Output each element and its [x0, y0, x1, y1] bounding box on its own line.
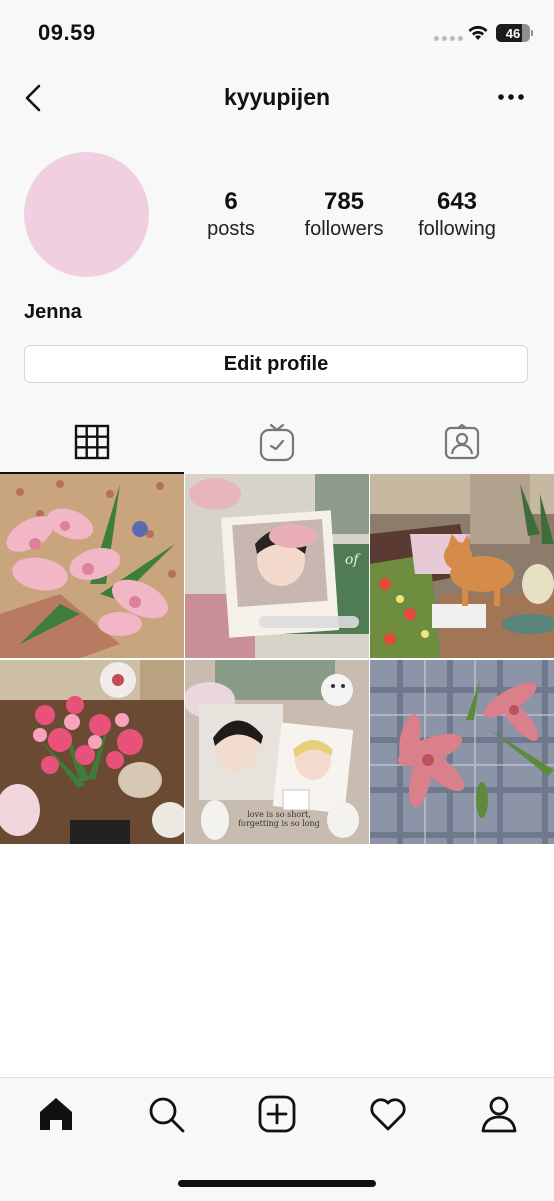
- add-post-icon[interactable]: [257, 1094, 297, 1134]
- following-count-label: following: [418, 218, 496, 240]
- heart-icon[interactable]: [368, 1094, 408, 1134]
- post-thumbnail-1[interactable]: [0, 474, 184, 658]
- following-count[interactable]: 643 following: [408, 188, 506, 242]
- post-thumbnail-4[interactable]: [0, 660, 184, 844]
- battery-level: 46: [505, 25, 521, 41]
- post-image: [0, 660, 184, 844]
- following-count-value: 643: [436, 188, 478, 215]
- followers-count[interactable]: 785 followers: [292, 188, 396, 242]
- wifi-icon: [468, 25, 488, 40]
- profile-icon[interactable]: [479, 1094, 519, 1134]
- profile-nav-header: kyyupijen: [0, 72, 554, 124]
- collage-caption-line-2: forgetting is so long: [238, 819, 320, 828]
- followers-count-label: followers: [304, 218, 384, 240]
- post-thumbnail-2[interactable]: of: [185, 474, 369, 658]
- grid-icon: [74, 424, 110, 460]
- posts-grid: of love is so short, forgetting is so lo…: [0, 474, 554, 846]
- post-thumbnail-3[interactable]: [370, 474, 554, 658]
- tab-grid[interactable]: [0, 408, 184, 474]
- home-indicator[interactable]: [178, 1180, 376, 1187]
- post-image: [370, 474, 554, 658]
- tab-igtv[interactable]: [185, 408, 369, 474]
- post-thumbnail-6[interactable]: [370, 660, 554, 844]
- status-bar: 09.59 46: [0, 0, 554, 70]
- post-image: [370, 660, 554, 844]
- collage-caption-line-1: love is so short,: [247, 810, 311, 819]
- posts-count-value: 6: [224, 188, 238, 215]
- tagged-person-icon: [444, 424, 480, 460]
- posts-count-label: posts: [207, 218, 255, 240]
- post-image: of: [185, 474, 369, 658]
- status-time: 09.59: [38, 20, 96, 45]
- home-icon[interactable]: [36, 1094, 76, 1134]
- search-icon[interactable]: [146, 1094, 186, 1134]
- tv-icon: [259, 424, 295, 462]
- profile-tabs: [0, 408, 554, 474]
- display-name: Jenna: [24, 301, 82, 323]
- profile-username: kyyupijen: [223, 84, 331, 110]
- edit-profile-button[interactable]: Edit profile: [24, 345, 528, 383]
- tab-tagged[interactable]: [370, 408, 554, 474]
- cellular-signal-icon: [434, 36, 463, 41]
- battery-icon: 46: [496, 24, 530, 42]
- battery-tip: [531, 30, 533, 36]
- avatar[interactable]: [24, 152, 149, 277]
- post-thumbnail-5[interactable]: love is so short, forgetting is so long: [185, 660, 369, 844]
- more-horizontal-icon[interactable]: [494, 84, 528, 110]
- posts-count[interactable]: 6 posts: [190, 188, 272, 242]
- post-image: [0, 474, 184, 658]
- followers-count-value: 785: [323, 188, 365, 215]
